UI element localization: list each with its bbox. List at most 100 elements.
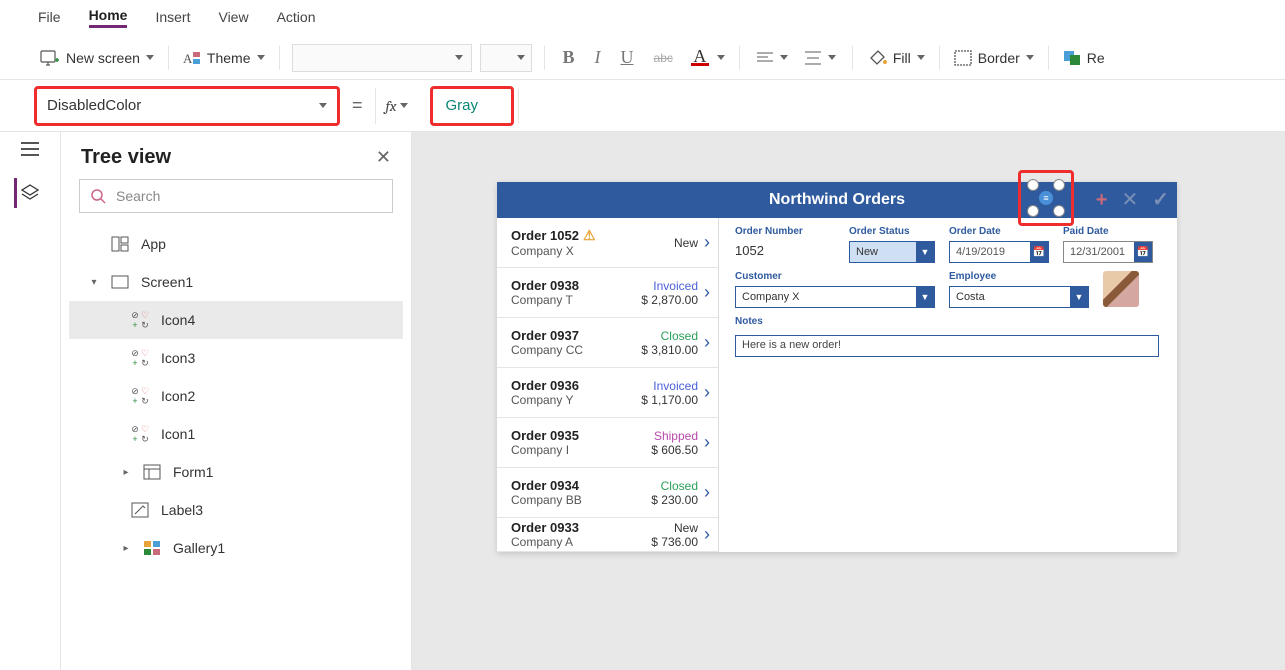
italic-button[interactable]: I xyxy=(589,47,607,68)
add-icon[interactable]: + xyxy=(1096,190,1108,210)
order-number-value: 1052 xyxy=(735,241,835,260)
order-row[interactable]: Order 0936Company YInvoiced$ 1,170.00› xyxy=(497,368,718,418)
left-rail xyxy=(0,132,61,670)
chevron-down-icon xyxy=(917,55,925,60)
design-canvas[interactable]: ≡ Northwind Orders + ✕ ✓ Order 1052⚠Comp… xyxy=(412,132,1285,670)
employee-avatar xyxy=(1103,271,1139,307)
chevron-down-icon xyxy=(828,55,836,60)
fx-icon: fx xyxy=(386,97,397,115)
menu-insert[interactable]: Insert xyxy=(155,9,190,27)
order-status-select[interactable]: New▼ xyxy=(849,241,935,263)
chevron-right-icon: › xyxy=(698,232,710,253)
chevron-down-icon xyxy=(146,55,154,60)
chevron-down-icon xyxy=(780,55,788,60)
fill-button[interactable]: Fill xyxy=(865,45,927,71)
search-placeholder: Search xyxy=(116,188,160,204)
font-family-select[interactable] xyxy=(292,44,472,72)
underline-button[interactable]: U xyxy=(615,47,640,68)
tree-item-app[interactable]: App xyxy=(69,225,403,263)
chevron-right-icon: › xyxy=(698,432,710,453)
control-icon: ⊘♡+↻ xyxy=(129,387,151,406)
tree-view-panel: Tree view ✕ Search App ▾ Screen1 ⊘♡+↻ Ic… xyxy=(61,132,412,670)
chevron-down-icon xyxy=(400,103,408,108)
font-size-select[interactable] xyxy=(480,44,532,72)
reorder-button[interactable]: Re xyxy=(1061,46,1107,70)
paid-date-input[interactable]: 12/31/2001📅 xyxy=(1063,241,1153,263)
theme-button[interactable]: A Theme xyxy=(181,46,267,70)
paint-bucket-icon xyxy=(867,49,887,67)
border-label: Border xyxy=(978,50,1020,66)
customer-select[interactable]: Company X▼ xyxy=(735,286,935,308)
hamburger-icon[interactable] xyxy=(21,142,39,156)
submit-icon[interactable]: ✓ xyxy=(1152,190,1169,210)
tree-item-gallery1[interactable]: ▸ Gallery1 xyxy=(69,529,403,567)
cancel-icon[interactable]: ✕ xyxy=(1121,190,1138,210)
chevron-down-icon xyxy=(455,55,463,60)
chevron-down-icon xyxy=(1026,55,1034,60)
tree-item-label3[interactable]: Label3 xyxy=(69,491,403,529)
tree-item-icon4[interactable]: ⊘♡+↻ Icon4 xyxy=(69,301,403,339)
tree-item-screen1[interactable]: ▾ Screen1 xyxy=(69,263,403,301)
chevron-down-icon xyxy=(319,103,327,108)
search-input[interactable]: Search xyxy=(79,179,393,213)
layers-icon xyxy=(20,184,40,202)
tree-item-icon1[interactable]: ⊘♡+↻ Icon1 xyxy=(69,415,403,453)
chevron-right-icon: › xyxy=(698,482,710,503)
notes-input[interactable]: Here is a new order! xyxy=(735,335,1159,357)
tree-view-rail-button[interactable] xyxy=(14,178,44,208)
property-select[interactable]: DisabledColor xyxy=(34,86,340,126)
chevron-down-icon xyxy=(257,55,265,60)
employee-select[interactable]: Costa▼ xyxy=(949,286,1089,308)
control-icon: ⊘♡+↻ xyxy=(129,349,151,368)
bold-button[interactable]: B xyxy=(557,47,581,68)
calendar-icon: 📅 xyxy=(1134,242,1152,262)
strikethrough-button[interactable]: abc xyxy=(648,51,679,65)
chevron-right-icon: › xyxy=(698,332,710,353)
app-title: Northwind Orders xyxy=(769,191,905,209)
menu-action[interactable]: Action xyxy=(277,9,316,27)
border-button[interactable]: Border xyxy=(952,46,1036,70)
menu-file[interactable]: File xyxy=(38,9,61,27)
chevron-down-icon xyxy=(717,55,725,60)
equals-sign: = xyxy=(352,95,363,116)
align-button[interactable] xyxy=(752,51,792,65)
control-icon: ⊘♡+↻ xyxy=(129,311,151,330)
border-icon xyxy=(954,50,972,66)
fx-button[interactable]: fx xyxy=(375,88,419,124)
order-row[interactable]: Order 0935Company IShipped$ 606.50› xyxy=(497,418,718,468)
formula-input[interactable]: Gray xyxy=(430,86,514,126)
order-row[interactable]: Order 0937Company CCClosed$ 3,810.00› xyxy=(497,318,718,368)
menu-view[interactable]: View xyxy=(218,9,248,27)
app-icon xyxy=(109,236,131,252)
main-area: Tree view ✕ Search App ▾ Screen1 ⊘♡+↻ Ic… xyxy=(0,132,1285,670)
label-icon xyxy=(129,502,151,518)
calendar-icon: 📅 xyxy=(1030,242,1048,262)
control-icon: ⊘♡+↻ xyxy=(129,425,151,444)
order-gallery[interactable]: Order 1052⚠Company XNew›Order 0938Compan… xyxy=(497,218,719,552)
menu-home[interactable]: Home xyxy=(89,7,128,28)
search-icon xyxy=(90,188,106,204)
screen-icon xyxy=(109,275,131,289)
property-select-value: DisabledColor xyxy=(47,97,141,114)
new-screen-label: New screen xyxy=(66,50,140,66)
order-row[interactable]: Order 0933Company ANew$ 736.00› xyxy=(497,518,718,552)
font-color-button[interactable]: A xyxy=(687,45,727,70)
close-icon[interactable]: ✕ xyxy=(376,147,391,168)
order-row[interactable]: Order 0938Company TInvoiced$ 2,870.00› xyxy=(497,268,718,318)
reorder-label: Re xyxy=(1087,50,1105,66)
new-screen-button[interactable]: New screen xyxy=(38,46,156,70)
ribbon-toolbar: New screen A Theme B I U abc A Fill Bord… xyxy=(0,36,1285,80)
theme-label: Theme xyxy=(207,50,251,66)
chevron-down-icon xyxy=(517,55,525,60)
order-date-input[interactable]: 4/19/2019📅 xyxy=(949,241,1049,263)
tree-item-form1[interactable]: ▸ Form1 xyxy=(69,453,403,491)
tree: App ▾ Screen1 ⊘♡+↻ Icon4 ⊘♡+↻ Icon3 ⊘♡+↻… xyxy=(61,225,411,567)
order-row[interactable]: Order 1052⚠Company XNew› xyxy=(497,218,718,268)
tree-item-icon2[interactable]: ⊘♡+↻ Icon2 xyxy=(69,377,403,415)
order-row[interactable]: Order 0934Company BBClosed$ 230.00› xyxy=(497,468,718,518)
tree-item-icon3[interactable]: ⊘♡+↻ Icon3 xyxy=(69,339,403,377)
screen-plus-icon xyxy=(40,50,60,66)
vertical-align-button[interactable] xyxy=(800,51,840,65)
gallery-icon xyxy=(141,540,163,556)
fill-label: Fill xyxy=(893,50,911,66)
